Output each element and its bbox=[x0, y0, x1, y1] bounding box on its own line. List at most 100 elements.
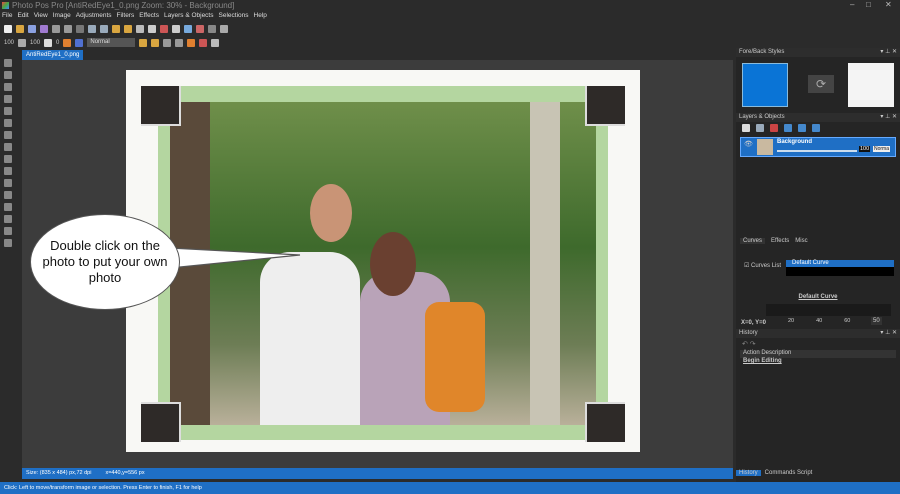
undo-icon[interactable] bbox=[52, 24, 60, 33]
transparency-value[interactable]: 100 bbox=[30, 40, 40, 46]
rotate-icon[interactable] bbox=[220, 24, 228, 33]
menu-help[interactable]: Help bbox=[254, 11, 267, 21]
fill-tool-icon[interactable] bbox=[4, 167, 12, 175]
crop-icon[interactable] bbox=[136, 24, 144, 33]
paste-icon[interactable] bbox=[100, 24, 108, 33]
layer-row-background[interactable]: 👁 Background 100 Norma bbox=[740, 137, 896, 157]
delete-icon[interactable] bbox=[199, 38, 208, 47]
layer-blend-select[interactable]: Norma bbox=[873, 146, 891, 152]
shape-tool-icon[interactable] bbox=[4, 119, 12, 127]
new-layer-icon[interactable] bbox=[742, 124, 750, 132]
layer-opacity-slider[interactable] bbox=[777, 150, 857, 152]
maximize-button[interactable]: □ bbox=[866, 0, 871, 9]
open-icon[interactable] bbox=[16, 24, 24, 33]
save-icon[interactable] bbox=[28, 24, 36, 33]
text-tool-icon[interactable] bbox=[4, 155, 12, 163]
eraser-tool-icon[interactable] bbox=[4, 191, 12, 199]
transparency-icon[interactable] bbox=[44, 38, 53, 47]
close-button[interactable]: ✕ bbox=[885, 0, 892, 9]
paste-layer-icon[interactable] bbox=[112, 24, 120, 33]
swap-colors-icon[interactable]: ⟳ bbox=[808, 75, 834, 93]
brush-tool-icon[interactable] bbox=[4, 143, 12, 151]
pencil-tool-icon[interactable] bbox=[4, 203, 12, 211]
curves-list[interactable]: Default Curve bbox=[786, 260, 894, 276]
selection-tool-icon[interactable] bbox=[4, 83, 12, 91]
new-icon[interactable] bbox=[4, 24, 12, 33]
stamp-tool-icon[interactable] bbox=[4, 215, 12, 223]
menu-layers[interactable]: Layers & Objects bbox=[164, 11, 214, 21]
curve-value-input[interactable]: 50 bbox=[871, 317, 882, 325]
fore-back-header: Fore/Back Styles ▾ ⊥ ✕ bbox=[736, 48, 900, 57]
layer-opacity-value[interactable]: 100 bbox=[859, 146, 871, 152]
history-column-header: Action Description bbox=[740, 350, 896, 358]
align-icon[interactable] bbox=[163, 38, 172, 47]
menu-filters[interactable]: Filters bbox=[117, 11, 135, 21]
menu-file[interactable]: File bbox=[2, 11, 12, 21]
duplicate-layer-icon[interactable] bbox=[756, 124, 764, 132]
flip-icon[interactable] bbox=[160, 24, 168, 33]
delete-layer-icon[interactable] bbox=[770, 124, 778, 132]
move-down-icon[interactable] bbox=[798, 124, 806, 132]
right-panels: Fore/Back Styles ▾ ⊥ ✕ ⟳ Layers & Objects… bbox=[736, 48, 900, 482]
curve-graph[interactable] bbox=[766, 304, 891, 316]
copy-icon[interactable] bbox=[88, 24, 96, 33]
menu-adjustments[interactable]: Adjustments bbox=[76, 11, 112, 21]
canvas-icon[interactable] bbox=[148, 24, 156, 33]
opacity-value[interactable]: 100 bbox=[4, 40, 14, 46]
merge-icon[interactable] bbox=[187, 38, 196, 47]
pin-icon[interactable]: ▾ ⊥ ✕ bbox=[880, 113, 897, 122]
line-tool-icon[interactable] bbox=[4, 179, 12, 187]
menu-view[interactable]: View bbox=[34, 11, 48, 21]
feather-value[interactable]: 0 bbox=[56, 40, 59, 46]
redo-icon[interactable] bbox=[64, 24, 72, 33]
history-undo-redo[interactable]: ↶ ↷ bbox=[736, 338, 900, 350]
tab-commands-script[interactable]: Commands Script bbox=[765, 470, 813, 476]
color-icon[interactable] bbox=[63, 38, 72, 47]
tab-history[interactable]: History bbox=[736, 470, 761, 476]
pin-icon[interactable]: ▾ ⊥ ✕ bbox=[880, 329, 897, 338]
arrange-icon[interactable] bbox=[175, 38, 184, 47]
callout-tail bbox=[170, 247, 301, 269]
history-item[interactable]: Begin Editing bbox=[740, 358, 896, 364]
smudge-tool-icon[interactable] bbox=[4, 239, 12, 247]
foreground-color-swatch[interactable] bbox=[742, 63, 788, 107]
menu-image[interactable]: Image bbox=[53, 11, 71, 21]
save-as-icon[interactable] bbox=[40, 24, 48, 33]
cut-icon[interactable] bbox=[76, 24, 84, 33]
dropper-tool-icon[interactable] bbox=[4, 227, 12, 235]
curve-item-default[interactable]: Default Curve bbox=[786, 260, 894, 267]
resize-icon[interactable] bbox=[172, 24, 180, 33]
group-icon[interactable] bbox=[139, 38, 148, 47]
tab-curves[interactable]: Curves bbox=[740, 238, 766, 244]
title-bar: Photo Pos Pro [AntiRedEye1_0.png Zoom: 3… bbox=[0, 0, 900, 11]
blend-mode-select[interactable]: Normal bbox=[87, 38, 136, 47]
menu-effects[interactable]: Effects bbox=[139, 11, 159, 21]
menu-edit[interactable]: Edit bbox=[17, 11, 28, 21]
layer-props-icon[interactable] bbox=[784, 124, 792, 132]
zoom-tool-icon[interactable] bbox=[4, 71, 12, 79]
curves-list-checkbox[interactable]: ☑ Curves List bbox=[744, 262, 781, 269]
visibility-eye-icon[interactable]: 👁 bbox=[744, 140, 753, 148]
tab-misc[interactable]: Misc bbox=[795, 238, 807, 244]
background-color-swatch[interactable] bbox=[848, 63, 894, 107]
style-icon[interactable] bbox=[75, 38, 84, 47]
move-up-icon[interactable] bbox=[812, 124, 820, 132]
wand-tool-icon[interactable] bbox=[4, 107, 12, 115]
opacity-icon[interactable] bbox=[18, 38, 27, 47]
clone-tool-icon[interactable] bbox=[4, 131, 12, 139]
menu-selections[interactable]: Selections bbox=[219, 11, 249, 21]
ungroup-icon[interactable] bbox=[151, 38, 160, 47]
fx-icon[interactable] bbox=[208, 24, 216, 33]
levels-icon[interactable] bbox=[196, 24, 204, 33]
options-icon[interactable] bbox=[211, 38, 220, 47]
curve-coords: X=0, Y=0 bbox=[741, 320, 766, 326]
tab-effects[interactable]: Effects bbox=[771, 238, 789, 244]
minimize-button[interactable]: – bbox=[850, 0, 854, 9]
pin-icon[interactable]: ▾ ⊥ ✕ bbox=[880, 48, 897, 57]
panel-title: Layers & Objects bbox=[739, 114, 785, 120]
move-tool-icon[interactable] bbox=[4, 59, 12, 67]
histogram-icon[interactable] bbox=[184, 24, 192, 33]
crop-tool-icon[interactable] bbox=[4, 95, 12, 103]
document-tab[interactable]: AntiRedEye1_0.png bbox=[22, 50, 84, 60]
paste-new-icon[interactable] bbox=[124, 24, 132, 33]
